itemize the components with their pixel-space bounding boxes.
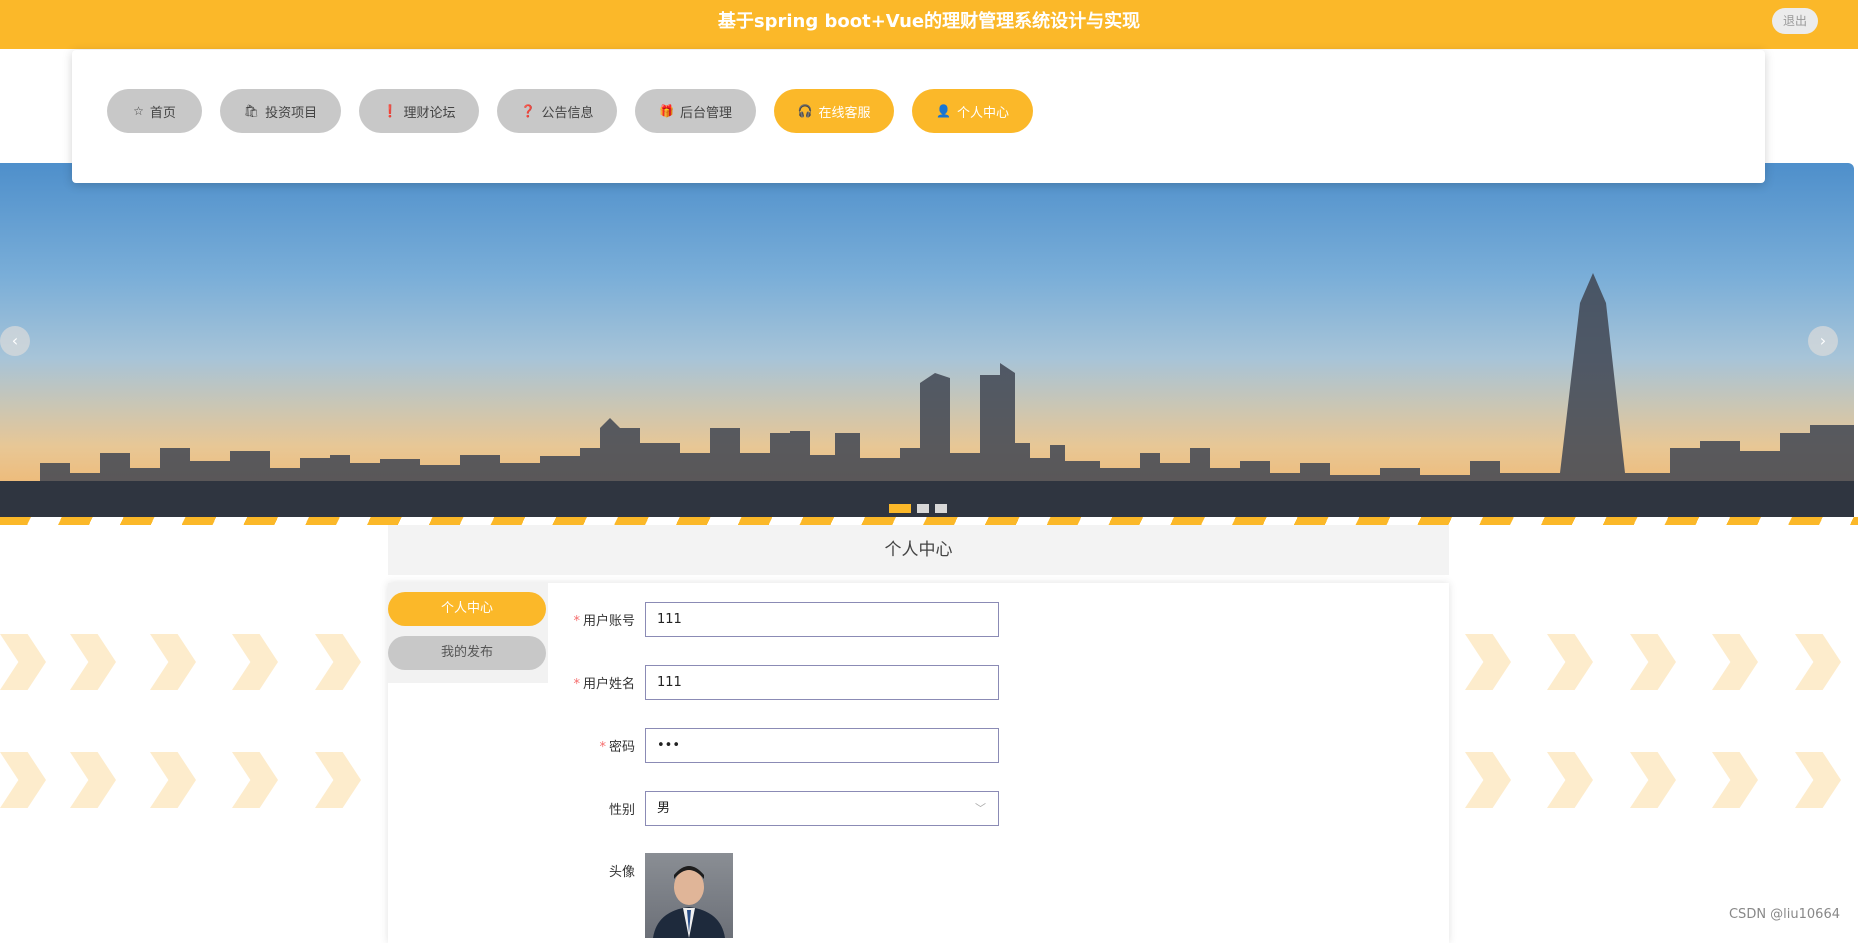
nav-item-label: 理财论坛 — [403, 105, 456, 121]
nav-item-label: 后台管理 — [679, 105, 732, 121]
site-title: 基于spring boot+Vue的理财管理系统设计与实现 — [717, 11, 1141, 32]
chevron-down-icon: ﹀ — [975, 802, 986, 815]
password-input[interactable]: ••• — [645, 728, 999, 763]
nav-item-label: 公告信息 — [541, 105, 594, 121]
form-row-username: * 用户账号 111 — [548, 602, 999, 637]
star-icon: ☆ — [133, 104, 144, 118]
avatar-image[interactable] — [645, 853, 733, 938]
carousel-indicators — [889, 504, 947, 513]
gender-select[interactable]: 男 ﹀ — [645, 791, 999, 826]
top-header-bar: 基于spring boot+Vue的理财管理系统设计与实现 退出 — [0, 0, 1858, 49]
carousel-dot[interactable] — [889, 504, 911, 513]
logout-button[interactable]: 退出 — [1772, 8, 1818, 34]
hazard-stripe-divider — [0, 517, 1858, 525]
avatar-label: 头像 — [608, 865, 635, 880]
form-row-name: * 用户姓名 111 — [548, 665, 999, 700]
nav-item-forum[interactable]: ❗ 理财论坛 — [359, 89, 479, 133]
nav-item-label: 在线客服 — [818, 105, 871, 121]
nav-panel: ☆ 首页 🛍 投资项目 ❗ 理财论坛 ❓ 公告信息 🎁 后台管理 🎧 在线客服 … — [72, 50, 1765, 183]
alert-icon: ❗ — [382, 104, 398, 118]
question-icon: ❓ — [520, 104, 536, 118]
form-row-avatar: 头像 — [548, 853, 733, 938]
name-input[interactable]: 111 — [645, 665, 999, 700]
gender-label: 性别 — [608, 803, 635, 818]
headset-icon: 🎧 — [797, 104, 813, 118]
user-icon: 👤 — [936, 104, 951, 118]
page-title: 个人中心 — [388, 525, 1449, 575]
personal-center-panel: 个人中心 我的发布 * 用户账号 111 * 用户姓名 111 * 密码 ••• 性别… — [388, 583, 1449, 943]
bag-icon: 🛍 — [243, 104, 260, 118]
banner-carousel — [0, 163, 1854, 518]
nav-item-label: 投资项目 — [265, 105, 318, 121]
nav-item-investment[interactable]: 🛍 投资项目 — [220, 89, 341, 133]
carousel-dot[interactable] — [917, 504, 929, 513]
carousel-next-button[interactable]: › — [1808, 326, 1838, 356]
carousel-dot[interactable] — [935, 504, 947, 513]
password-label: * 密码 — [599, 740, 635, 755]
nav-item-label: 首页 — [149, 105, 176, 121]
nav-item-label: 个人中心 — [956, 105, 1009, 121]
avatar-portrait — [653, 866, 725, 938]
nav-item-personal-center[interactable]: 👤 个人中心 — [912, 89, 1033, 133]
carousel-prev-button[interactable]: ‹ — [0, 326, 30, 356]
nav-item-home[interactable]: ☆ 首页 — [107, 89, 202, 133]
nav-item-customer-service[interactable]: 🎧 在线客服 — [774, 89, 894, 133]
city-skyline-image — [0, 273, 1854, 518]
nav-item-notice[interactable]: ❓ 公告信息 — [497, 89, 617, 133]
form-row-gender: 性别 男 ﹀ — [548, 791, 999, 826]
username-input[interactable]: 111 — [645, 602, 999, 637]
name-label: * 用户姓名 — [573, 677, 635, 692]
sidebar-item-my-posts[interactable]: 我的发布 — [388, 636, 546, 670]
sidebar: 个人中心 我的发布 — [388, 583, 548, 683]
username-label: * 用户账号 — [573, 614, 635, 629]
main-nav: ☆ 首页 🛍 投资项目 ❗ 理财论坛 ❓ 公告信息 🎁 后台管理 🎧 在线客服 … — [107, 89, 1033, 133]
sidebar-item-personal-center[interactable]: 个人中心 — [388, 592, 546, 626]
nav-item-admin[interactable]: 🎁 后台管理 — [635, 89, 756, 133]
gender-select-value: 男 — [657, 801, 671, 816]
form-row-password: * 密码 ••• — [548, 728, 999, 763]
watermark: CSDN @liu10664 — [1728, 907, 1840, 922]
gift-icon: 🎁 — [659, 104, 674, 118]
